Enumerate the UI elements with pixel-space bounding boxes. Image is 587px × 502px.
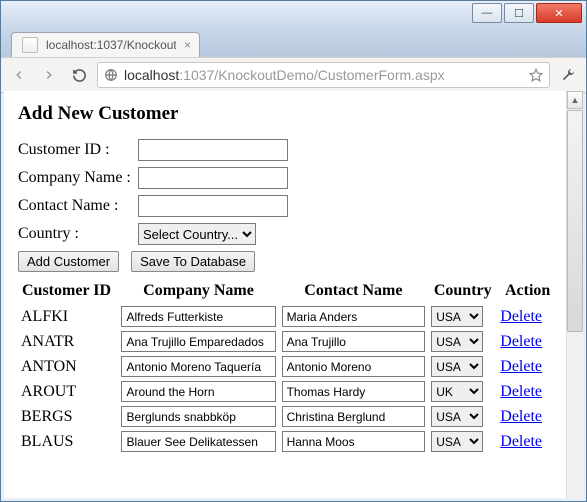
- button-row: Add Customer Save To Database: [18, 251, 569, 272]
- form-row-company-name: Company Name :: [18, 167, 569, 189]
- window-close-button[interactable]: ✕: [536, 3, 582, 23]
- delete-link[interactable]: Delete: [500, 333, 542, 350]
- header-contact-name: Contact Name: [279, 278, 429, 304]
- window-titlebar: — ☐ ✕: [1, 1, 586, 29]
- cell-customer-id: BLAUS: [18, 429, 118, 454]
- input-row-contact-name[interactable]: [282, 356, 426, 377]
- select-row-country[interactable]: UK: [431, 381, 483, 402]
- label-country: Country :: [18, 225, 138, 243]
- cell-customer-id: ANTON: [18, 354, 118, 379]
- forward-button[interactable]: [37, 63, 61, 87]
- input-row-company-name[interactable]: [121, 306, 275, 327]
- wrench-icon: [560, 67, 576, 83]
- select-row-country[interactable]: USA: [431, 356, 483, 377]
- select-row-country[interactable]: USA: [431, 306, 483, 327]
- label-customer-id: Customer ID :: [18, 141, 138, 159]
- cell-customer-id: ANATR: [18, 329, 118, 354]
- url-text: localhost:1037/KnockoutDemo/CustomerForm…: [124, 67, 523, 83]
- cell-customer-id: BERGS: [18, 404, 118, 429]
- delete-link[interactable]: Delete: [500, 308, 542, 325]
- back-button[interactable]: [7, 63, 31, 87]
- header-action: Action: [497, 278, 558, 304]
- delete-link[interactable]: Delete: [500, 383, 542, 400]
- tab-close-icon[interactable]: ×: [184, 38, 191, 52]
- header-customer-id: Customer ID: [18, 278, 118, 304]
- minimize-icon: —: [482, 7, 493, 19]
- input-customer-id[interactable]: [138, 139, 288, 161]
- page-viewport: ▲ Add New Customer Customer ID : Company…: [4, 91, 583, 498]
- input-row-company-name[interactable]: [121, 331, 275, 352]
- select-row-country[interactable]: USA: [431, 406, 483, 427]
- browser-window: — ☐ ✕ localhost:1037/KnockoutDe × lo: [0, 0, 587, 502]
- close-icon: ✕: [554, 7, 563, 20]
- window-maximize-button[interactable]: ☐: [504, 3, 534, 23]
- label-contact-name: Contact Name :: [18, 197, 138, 215]
- globe-icon: [104, 68, 118, 82]
- page-heading: Add New Customer: [18, 103, 569, 125]
- settings-wrench-button[interactable]: [556, 63, 580, 87]
- vertical-scrollbar[interactable]: ▲: [566, 91, 583, 498]
- table-row: AROUT UK Delete: [18, 379, 558, 404]
- header-company-name: Company Name: [118, 278, 278, 304]
- delete-link[interactable]: Delete: [500, 408, 542, 425]
- tab-strip: localhost:1037/KnockoutDe ×: [1, 29, 586, 57]
- input-contact-name[interactable]: [138, 195, 288, 217]
- table-row: ANATR USA Delete: [18, 329, 558, 354]
- delete-link[interactable]: Delete: [500, 358, 542, 375]
- input-row-contact-name[interactable]: [282, 381, 426, 402]
- toolbar: localhost:1037/KnockoutDemo/CustomerForm…: [1, 57, 586, 93]
- scroll-up-icon[interactable]: ▲: [567, 91, 583, 109]
- tab-title: localhost:1037/KnockoutDe: [46, 38, 176, 52]
- arrow-right-icon: [42, 68, 56, 82]
- input-row-company-name[interactable]: [121, 356, 275, 377]
- table-row: ANTON USA Delete: [18, 354, 558, 379]
- page-favicon-icon: [22, 37, 38, 53]
- reload-button[interactable]: [67, 63, 91, 87]
- select-row-country[interactable]: USA: [431, 431, 483, 452]
- input-row-contact-name[interactable]: [282, 406, 426, 427]
- input-row-contact-name[interactable]: [282, 431, 426, 452]
- browser-tab[interactable]: localhost:1037/KnockoutDe ×: [11, 32, 200, 57]
- scrollbar-thumb[interactable]: [567, 110, 583, 332]
- add-customer-button[interactable]: Add Customer: [18, 251, 119, 272]
- customers-table: Customer ID Company Name Contact Name Co…: [18, 278, 558, 454]
- table-row: ALFKI USA Delete: [18, 304, 558, 329]
- header-country: Country: [428, 278, 497, 304]
- form-row-contact-name: Contact Name :: [18, 195, 569, 217]
- url-host: localhost: [124, 67, 179, 83]
- form-row-customer-id: Customer ID :: [18, 139, 569, 161]
- table-header-row: Customer ID Company Name Contact Name Co…: [18, 278, 558, 304]
- bookmark-star-icon[interactable]: [529, 68, 543, 82]
- cell-customer-id: AROUT: [18, 379, 118, 404]
- arrow-left-icon: [12, 68, 26, 82]
- input-row-contact-name[interactable]: [282, 306, 426, 327]
- delete-link[interactable]: Delete: [500, 433, 542, 450]
- cell-customer-id: ALFKI: [18, 304, 118, 329]
- save-to-database-button[interactable]: Save To Database: [131, 251, 255, 272]
- reload-icon: [72, 68, 87, 83]
- form-row-country: Country : Select Country...: [18, 223, 569, 245]
- table-row: BLAUS USA Delete: [18, 429, 558, 454]
- address-bar[interactable]: localhost:1037/KnockoutDemo/CustomerForm…: [97, 62, 550, 88]
- input-company-name[interactable]: [138, 167, 288, 189]
- input-row-contact-name[interactable]: [282, 331, 426, 352]
- input-row-company-name[interactable]: [121, 431, 275, 452]
- select-row-country[interactable]: USA: [431, 331, 483, 352]
- maximize-icon: ☐: [514, 7, 524, 20]
- table-row: BERGS USA Delete: [18, 404, 558, 429]
- label-company-name: Company Name :: [18, 169, 138, 187]
- input-row-company-name[interactable]: [121, 381, 275, 402]
- input-row-company-name[interactable]: [121, 406, 275, 427]
- select-country[interactable]: Select Country...: [138, 223, 256, 245]
- window-minimize-button[interactable]: —: [472, 3, 502, 23]
- url-path: :1037/KnockoutDemo/CustomerForm.aspx: [179, 67, 444, 83]
- page-content: Add New Customer Customer ID : Company N…: [4, 91, 583, 454]
